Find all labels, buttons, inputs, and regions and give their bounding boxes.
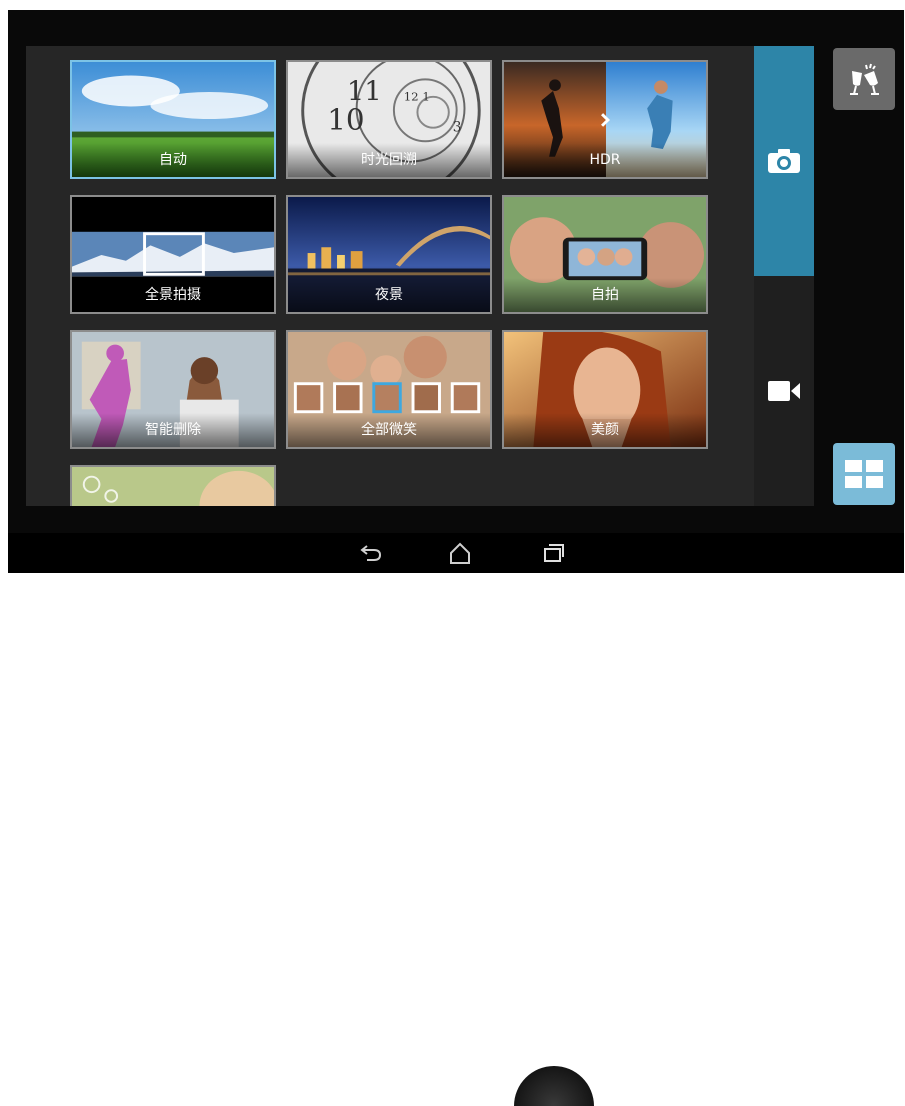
mode-tile-all-smile[interactable]: 全部微笑: [286, 330, 492, 449]
recent-apps-button[interactable]: [529, 533, 579, 573]
mode-tile-panorama[interactable]: 全景拍摄: [70, 195, 276, 314]
svg-text:11: 11: [347, 77, 382, 108]
back-icon: [360, 545, 382, 561]
mode-tile-auto[interactable]: 自动: [70, 60, 276, 179]
grid-layout-icon: [845, 460, 883, 488]
home-icon: [450, 542, 470, 564]
home-button[interactable]: [435, 533, 485, 573]
mode-tile-partial[interactable]: [70, 465, 276, 506]
svg-text:12 1: 12 1: [404, 90, 430, 104]
recent-apps-highlight: [514, 1066, 594, 1106]
mode-tile-night[interactable]: 夜景: [286, 195, 492, 314]
camera-mode-screen: 自动 10 11 12 1 3 时光回溯 HDR 全景拍摄 夜景 自拍 智能删除…: [8, 10, 904, 573]
mode-label: 自动: [72, 143, 274, 177]
mode-label: 全部微笑: [288, 413, 490, 447]
mode-label: 美颜: [504, 413, 706, 447]
mode-label: 智能删除: [72, 413, 274, 447]
back-button[interactable]: [346, 533, 396, 573]
mode-tile-time-rewind[interactable]: 10 11 12 1 3 时光回溯: [286, 60, 492, 179]
video-mode-tab[interactable]: [754, 276, 814, 506]
mode-label: 夜景: [288, 278, 490, 312]
photo-mode-tab[interactable]: [754, 46, 814, 276]
mode-tile-hdr[interactable]: HDR: [502, 60, 708, 179]
mode-tile-beauty[interactable]: 美颜: [502, 330, 708, 449]
mode-grid-button[interactable]: [833, 443, 895, 505]
mode-label: 自拍: [504, 278, 706, 312]
toast-mode-button[interactable]: [833, 48, 895, 110]
mode-label: HDR: [504, 143, 706, 177]
svg-text:10: 10: [327, 103, 364, 137]
camera-icon: [768, 149, 800, 173]
video-camera-icon: [768, 381, 800, 401]
mode-label: 全景拍摄: [72, 278, 274, 312]
mode-tile-smart-remove[interactable]: 智能删除: [70, 330, 276, 449]
system-nav-bar: [8, 533, 904, 1106]
svg-text:3: 3: [453, 120, 462, 136]
recent-apps-icon: [544, 544, 564, 562]
mode-label: 时光回溯: [288, 143, 490, 177]
mode-grid-panel: 自动 10 11 12 1 3 时光回溯 HDR 全景拍摄 夜景 自拍 智能删除…: [26, 46, 754, 506]
partial-thumbnail: [72, 467, 274, 506]
toast-glasses-icon: [850, 63, 879, 95]
mode-tile-selfie[interactable]: 自拍: [502, 195, 708, 314]
